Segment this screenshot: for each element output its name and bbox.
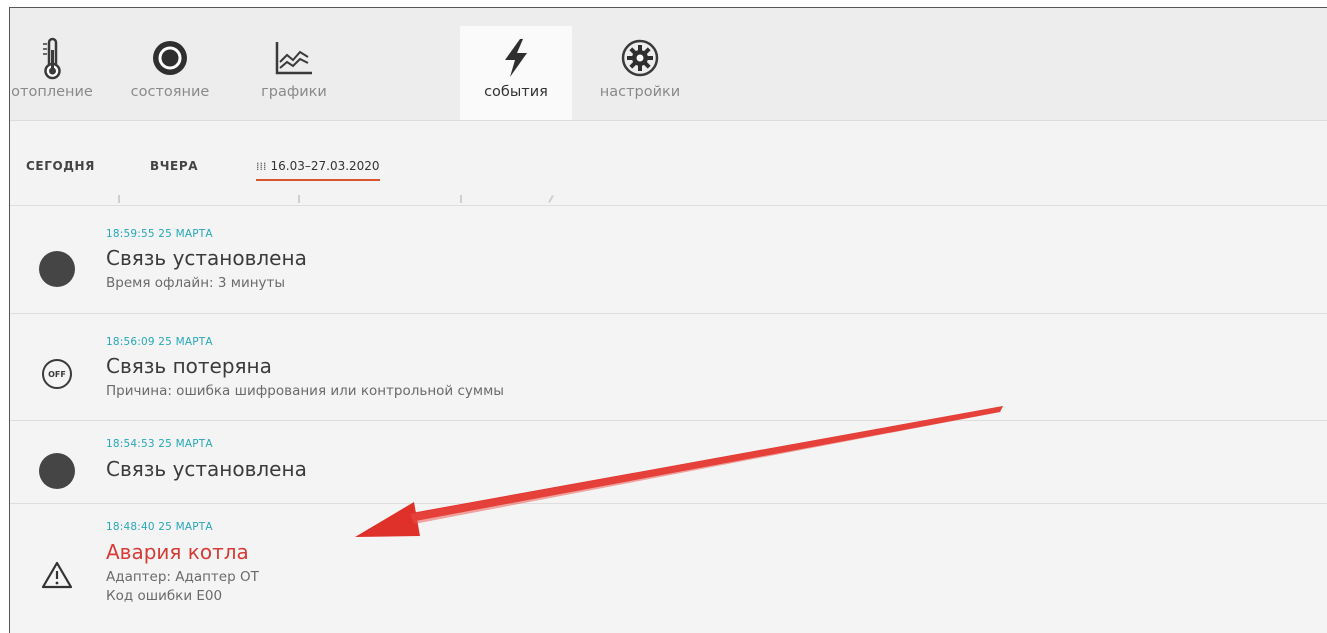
tab-heating-label: отопление [11,84,93,100]
off-icon: OFF [38,355,76,393]
event-title: Авария котла [106,540,249,564]
warning-triangle-icon [38,556,76,594]
filter-date-range[interactable]: ⁞⁞⁞ 16.03–27.03.2020 [256,159,380,181]
event-item[interactable]: 18:59:55 25 МАРТА Связь установлена Врем… [10,206,1327,314]
tab-settings-label: настройки [599,84,681,100]
event-time: 18:54:53 25 МАРТА [106,438,213,450]
cut-off-text-fragment [460,195,462,203]
event-detail: Причина: ошибка шифрования или контрольн… [106,383,504,399]
chart-icon [238,34,350,82]
cut-off-text-fragment [298,195,300,203]
event-title: Связь установлена [106,246,307,270]
app-window: отопление состояние графики события наст… [9,7,1327,633]
event-item[interactable]: 18:54:53 25 МАРТА Связь установлена [10,421,1327,504]
online-dot-icon [38,250,76,288]
calendar-grid-icon: ⁞⁞⁞ [256,160,267,173]
date-filter-bar: СЕГОДНЯ ВЧЕРА ⁞⁞⁞ 16.03–27.03.2020 [10,121,1327,206]
filter-today[interactable]: СЕГОДНЯ [26,159,95,173]
online-dot-icon [38,452,76,490]
cut-off-text-fragment [548,195,554,203]
event-title: Связь установлена [106,457,307,481]
event-detail: Время офлайн: 3 минуты [106,275,286,291]
lightning-icon [460,34,572,82]
gear-icon [584,34,696,82]
event-time: 18:59:55 25 МАРТА [106,228,213,240]
tab-events-label: события [484,84,548,100]
event-item[interactable]: 18:48:40 25 МАРТА Авария котла Адаптер: … [10,504,1327,633]
off-icon-text: OFF [42,359,72,389]
event-time: 18:48:40 25 МАРТА [106,521,213,533]
tab-status-label: состояние [130,84,210,100]
event-item[interactable]: OFF 18:56:09 25 МАРТА Связь потеряна При… [10,314,1327,421]
tab-settings[interactable]: настройки [584,26,696,120]
event-detail: Адаптер: Адаптер ОТ [106,569,259,585]
top-tab-bar: отопление состояние графики события наст… [10,8,1327,121]
filter-date-range-label: 16.03–27.03.2020 [270,159,380,173]
tab-status[interactable]: состояние [114,26,226,120]
tab-charts[interactable]: графики [238,26,350,120]
event-time: 18:56:09 25 МАРТА [106,336,213,348]
event-title: Связь потеряна [106,354,272,378]
status-circle-icon [114,34,226,82]
cut-off-text-fragment [118,195,120,203]
tab-charts-label: графики [261,84,327,100]
tab-heating[interactable]: отопление [10,26,108,120]
filter-yesterday[interactable]: ВЧЕРА [150,159,198,173]
event-detail: Код ошибки E00 [106,588,223,604]
thermometer-icon [10,34,108,82]
tab-events[interactable]: события [460,26,572,120]
